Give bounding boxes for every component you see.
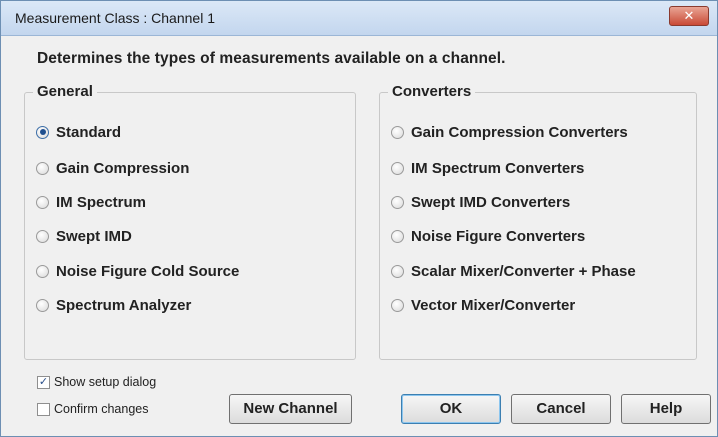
confirm-changes-option[interactable]: Confirm changes <box>37 401 149 417</box>
radio-noise-figure-converters[interactable]: Noise Figure Converters <box>391 226 585 246</box>
radio-label: Noise Figure Converters <box>411 227 586 245</box>
radio-label: Gain Compression <box>56 159 190 177</box>
radio-scalar-mixer-converter-phase[interactable]: Scalar Mixer/Converter + Phase <box>391 261 636 281</box>
new-channel-button[interactable]: New Channel <box>229 394 352 424</box>
general-group-label: General <box>33 83 97 100</box>
measurement-class-dialog: Measurement Class : Channel 1 ✕ Determin… <box>0 0 718 437</box>
ok-button[interactable]: OK <box>401 394 501 424</box>
close-icon: ✕ <box>683 8 695 23</box>
radio-button-icon[interactable] <box>36 298 49 312</box>
radio-label: Spectrum Analyzer <box>56 296 192 314</box>
radio-gain-compression[interactable]: Gain Compression <box>36 158 189 178</box>
converters-group: Converters Gain Compression Converters I… <box>379 83 697 360</box>
radio-label: IM Spectrum Converters <box>411 159 585 177</box>
radio-label: Gain Compression Converters <box>411 123 628 141</box>
confirm-changes-checkbox[interactable] <box>37 402 50 416</box>
radio-spectrum-analyzer[interactable]: Spectrum Analyzer <box>36 295 191 315</box>
radio-button-icon[interactable] <box>391 195 404 209</box>
radio-label: Scalar Mixer/Converter + Phase <box>411 262 636 280</box>
radio-im-spectrum[interactable]: IM Spectrum <box>36 192 146 212</box>
radio-label: Vector Mixer/Converter <box>411 296 576 314</box>
window-title: Measurement Class : Channel 1 <box>15 10 215 26</box>
radio-label: Swept IMD <box>56 227 132 245</box>
radio-label: Standard <box>56 123 122 141</box>
radio-button-icon[interactable] <box>391 125 404 139</box>
radio-label: IM Spectrum <box>56 193 147 211</box>
radio-button-icon[interactable] <box>36 161 49 175</box>
dialog-description: Determines the types of measurements ava… <box>37 50 506 67</box>
radio-button-icon[interactable] <box>36 264 49 278</box>
confirm-changes-label: Confirm changes <box>54 402 149 416</box>
radio-noise-figure-cold-source[interactable]: Noise Figure Cold Source <box>36 261 239 281</box>
show-setup-label: Show setup dialog <box>54 375 157 389</box>
radio-label: Noise Figure Cold Source <box>56 262 240 280</box>
radio-button-icon[interactable] <box>391 264 404 278</box>
converters-group-label: Converters <box>388 83 476 100</box>
radio-swept-imd-converters[interactable]: Swept IMD Converters <box>391 192 570 212</box>
show-setup-checkbox[interactable]: ✓ <box>37 375 50 389</box>
radio-vector-mixer-converter[interactable]: Vector Mixer/Converter <box>391 295 575 315</box>
title-bar[interactable]: Measurement Class : Channel 1 ✕ <box>1 1 717 36</box>
radio-button-icon[interactable] <box>36 229 49 243</box>
radio-label: Swept IMD Converters <box>411 193 571 211</box>
radio-swept-imd[interactable]: Swept IMD <box>36 226 132 246</box>
radio-im-spectrum-converters[interactable]: IM Spectrum Converters <box>391 158 584 178</box>
radio-button-icon[interactable] <box>36 125 49 139</box>
radio-button-icon[interactable] <box>391 298 404 312</box>
general-group: General Standard Gain Compression IM Spe… <box>24 83 356 360</box>
radio-button-icon[interactable] <box>391 229 404 243</box>
radio-button-icon[interactable] <box>36 195 49 209</box>
help-button[interactable]: Help <box>621 394 711 424</box>
cancel-button[interactable]: Cancel <box>511 394 611 424</box>
close-button[interactable]: ✕ <box>669 6 709 26</box>
radio-gain-compression-converters[interactable]: Gain Compression Converters <box>391 122 628 142</box>
radio-button-icon[interactable] <box>391 161 404 175</box>
radio-standard[interactable]: Standard <box>36 122 121 142</box>
show-setup-dialog-option[interactable]: ✓ Show setup dialog <box>37 374 156 390</box>
